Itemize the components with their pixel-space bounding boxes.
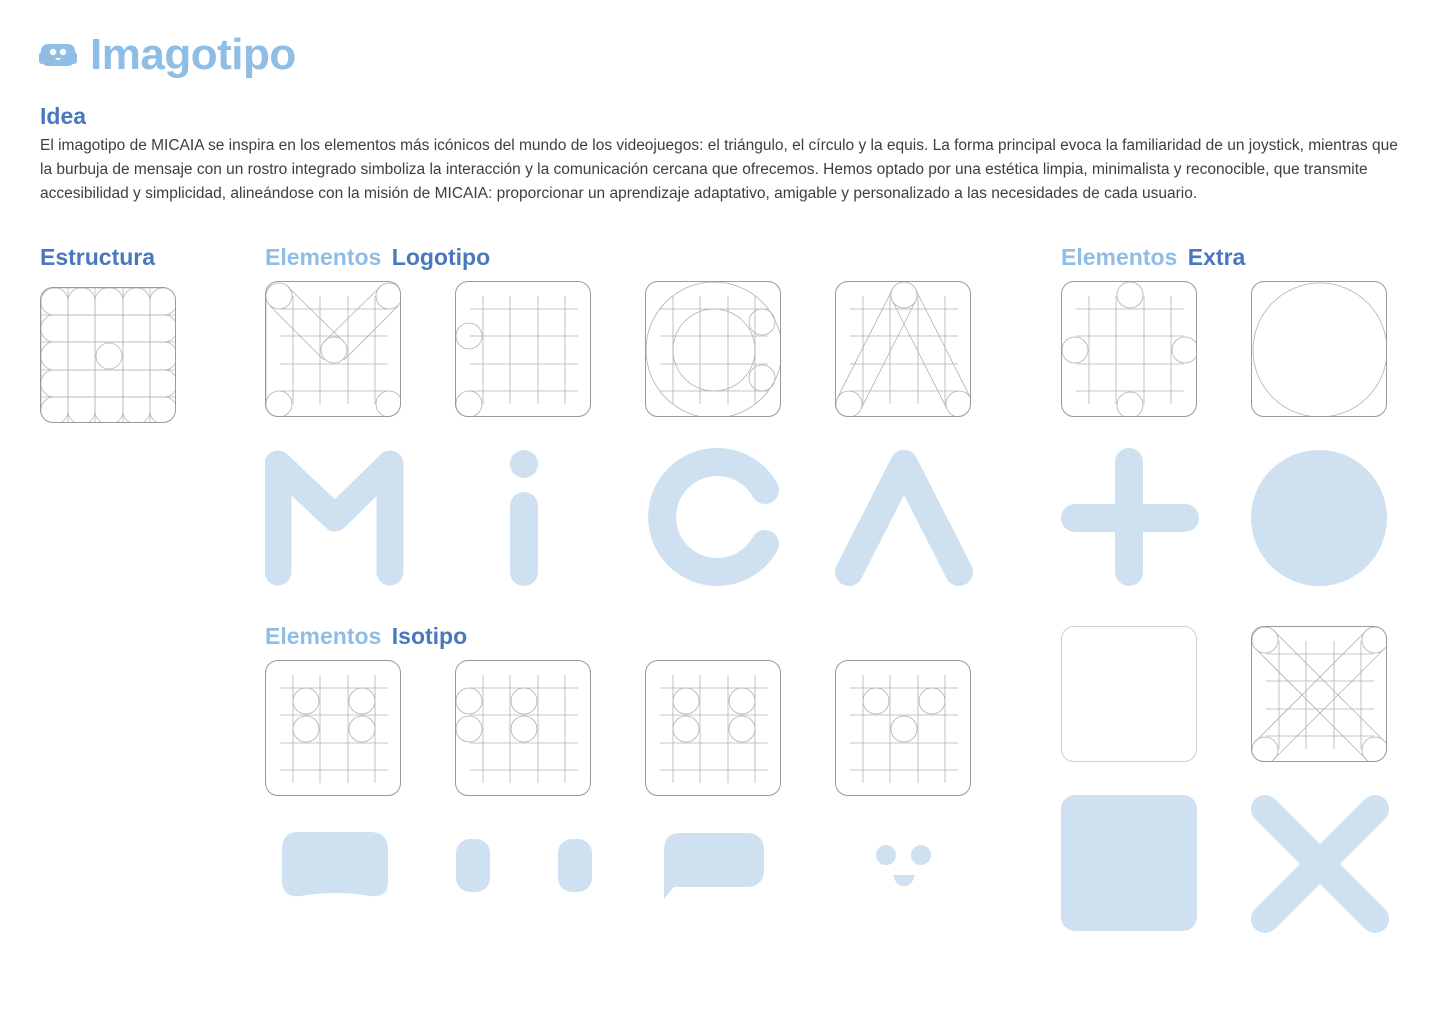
isotipo-glyph-speech-bubble [660,831,766,901]
logotipo-glyph-a [835,448,975,588]
extra-grid-x [1251,626,1387,762]
extra-glyph-x [1251,793,1391,933]
isotipo-heading-name: Isotipo [391,623,468,649]
extra-grid-plus [1061,281,1197,417]
micaia-face-icon [39,40,77,70]
logotipo-grid-m [265,281,401,417]
logotipo-glyph-i [455,448,595,588]
isotipo-grid-speech [645,660,781,796]
isotipo-glyph-eyes [455,838,595,894]
logotipo-heading: Elementos Logotipo [265,243,490,271]
page-title: Imagotipo [90,30,296,79]
isotipo-grid-face [835,660,971,796]
extra-grid-square [1061,626,1197,762]
extra-grid-circle [1251,281,1387,417]
isotipo-glyph-face [872,842,936,888]
estructura-heading: Estructura [40,244,156,270]
isotipo-heading-prefix: Elementos [265,623,382,649]
isotipo-heading: Elementos Isotipo [265,622,467,650]
logotipo-glyph-m [265,448,405,588]
extra-heading-name: Extra [1187,244,1246,270]
idea-paragraph: El imagotipo de MICAIA se inspira en los… [40,137,1398,202]
estructura-grid [40,287,176,423]
isotipo-glyph-bubble [280,830,390,900]
logotipo-grid-a [835,281,971,417]
extra-glyph-plus [1061,448,1201,588]
logotipo-heading-name: Logotipo [391,244,491,270]
logotipo-grid-c [645,281,781,417]
isotipo-grid-eyes [455,660,591,796]
extra-glyph-square [1061,795,1197,931]
extra-glyph-circle [1251,448,1391,588]
idea-heading: Idea [40,103,87,129]
isotipo-grid-bubble [265,660,401,796]
logotipo-grid-i [455,281,591,417]
extra-heading-prefix: Elementos [1061,244,1178,270]
logotipo-glyph-c [645,448,785,588]
logotipo-heading-prefix: Elementos [265,244,382,270]
extra-heading: Elementos Extra [1061,243,1245,271]
